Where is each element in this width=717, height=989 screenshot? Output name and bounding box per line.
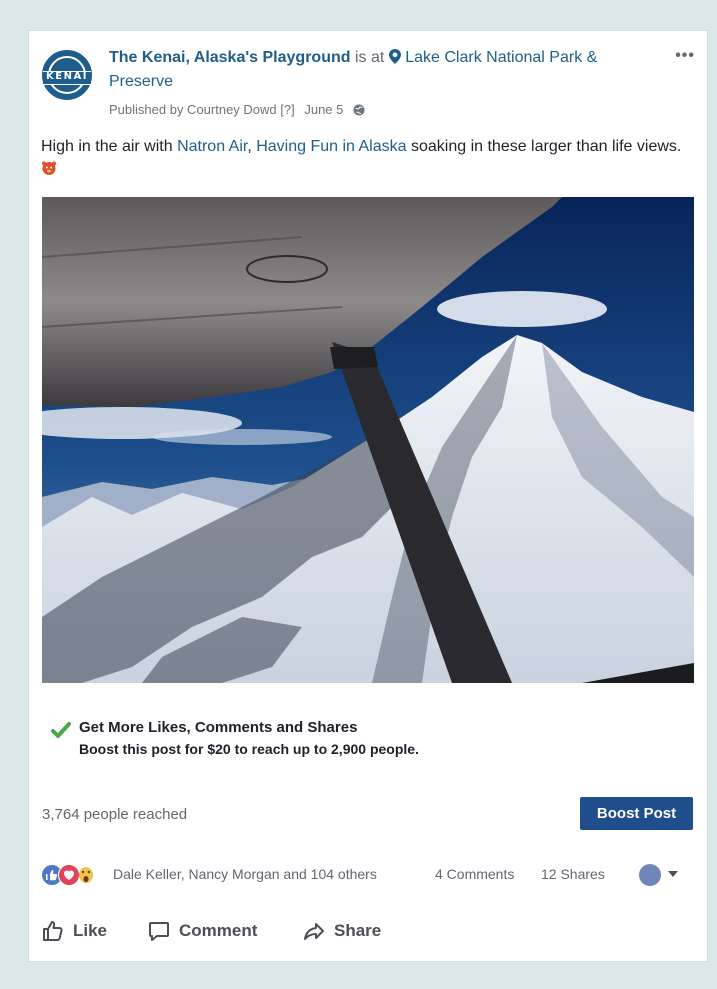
post-text: High in the air with Natron Air, Having … [41,135,691,181]
page-name-link[interactable]: The Kenai, Alaska's Playground [109,49,351,66]
boost-title: Get More Likes, Comments and Shares [79,719,358,736]
post-date[interactable]: June 5 [304,102,343,117]
page-avatar[interactable]: KENAI [42,50,92,100]
is-at-text: is at [354,49,385,66]
share-arrow-icon [304,923,324,940]
post-text-part: soaking in these larger than life views. [406,138,682,155]
comment-icon [149,922,169,941]
wow-reaction-icon [77,863,95,885]
reaction-icons[interactable] [41,864,109,886]
page-audience-icon[interactable] [639,864,661,886]
reactors-text[interactable]: Dale Keller, Nancy Morgan and 104 others [113,866,377,882]
mountain-wing-photo [42,197,694,683]
location-pin-icon [388,49,401,71]
post-meta: Published by Courtney Dowd [?] June 5 [109,102,371,119]
comment-label: Comment [179,921,258,940]
having-fun-link[interactable]: Having Fun in Alaska [256,138,406,155]
boost-post-button[interactable]: Boost Post [580,797,693,830]
people-reached[interactable]: 3,764 people reached [42,806,187,823]
post-header: The Kenai, Alaska's Playground is at Lak… [109,47,629,93]
post-photo[interactable] [42,197,694,683]
boost-subtitle: Boost this post for $20 to reach up to 2… [79,741,419,757]
post-card: KENAI The Kenai, Alaska's Playground is … [28,30,708,962]
post-text-part: , [247,138,257,155]
thumbs-up-icon [43,921,63,941]
share-label: Share [334,921,382,940]
shares-count[interactable]: 12 Shares [541,866,605,882]
natron-air-link[interactable]: Natron Air [177,138,247,155]
chevron-down-icon[interactable] [668,871,678,877]
reactions-bar: Dale Keller, Nancy Morgan and 104 others… [41,863,695,887]
like-label: Like [73,921,108,940]
post-text-part: High in the air with [41,138,178,155]
checkmark-icon [51,721,71,744]
avatar-logo-text: KENAI [46,71,88,82]
globe-icon [353,104,365,119]
emoji-icon [41,160,57,176]
comments-count[interactable]: 4 Comments [435,866,514,882]
published-by[interactable]: Published by Courtney Dowd [?] [109,102,295,117]
more-options-button[interactable]: ••• [675,47,695,65]
action-bar: Like Comment Share [29,911,707,951]
